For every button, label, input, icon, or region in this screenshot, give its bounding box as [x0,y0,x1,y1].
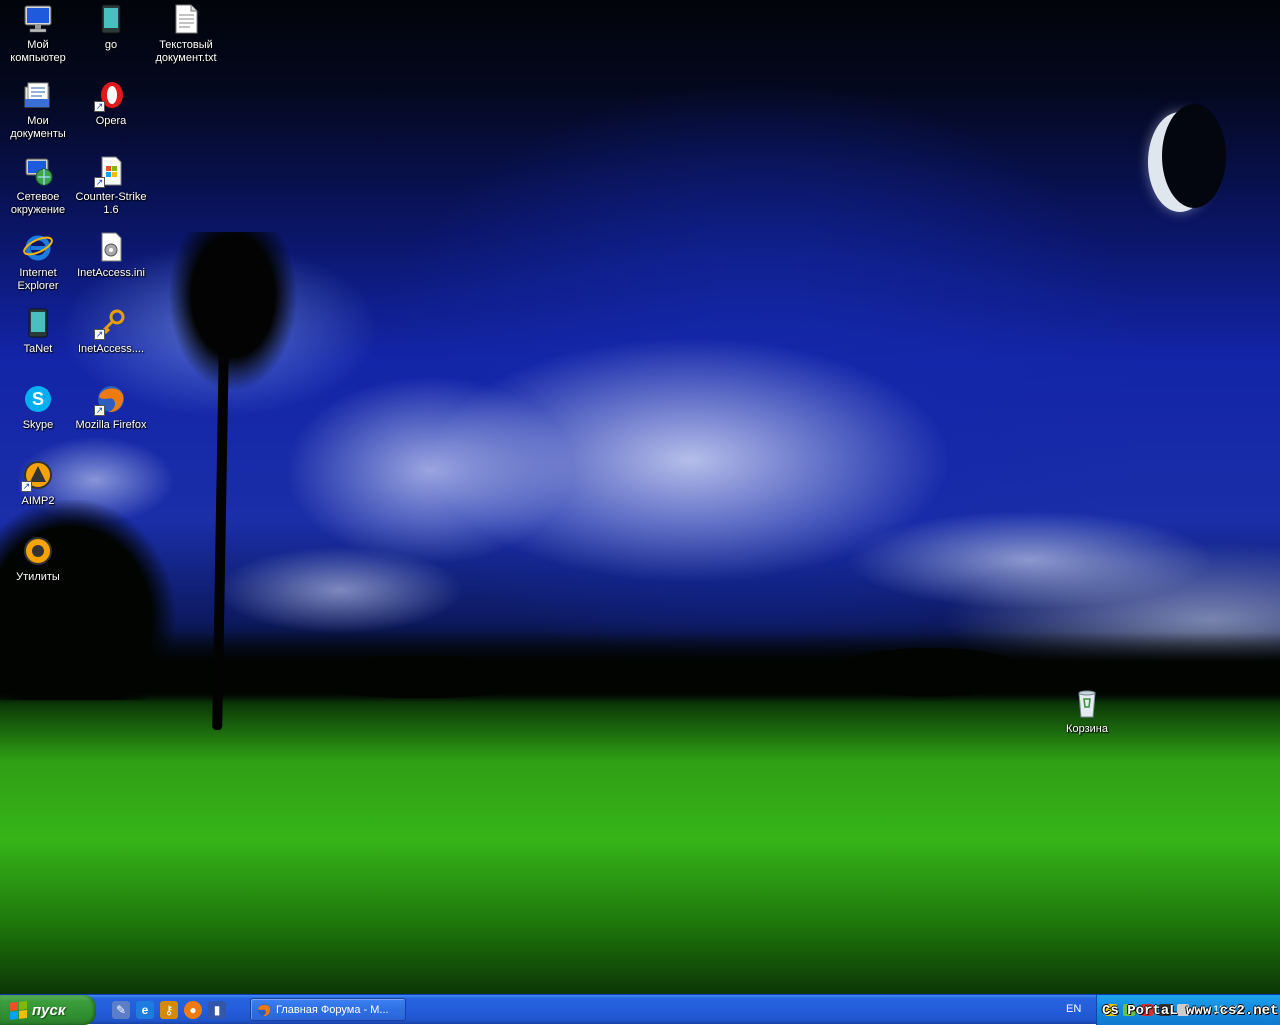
desktop-icon-internet-explorer[interactable]: Internet Explorer [0,230,76,293]
taskbar: пуск ✎ e ⚷ ● ▮ Главная Форума - М... EN … [0,994,1280,1025]
desktop-icon-opera[interactable]: ↗ Opera [73,78,149,128]
network-places-icon [21,154,55,188]
skype-icon: S [21,382,55,416]
language-indicator[interactable]: EN [1066,1003,1081,1015]
aimp-icon: ↗ [21,458,55,492]
desktop-icon-counter-strike[interactable]: ↗ Counter-Strike 1.6 [73,154,149,217]
tanet-icon [21,306,55,340]
wallpaper-left-trees [0,500,175,700]
keys-icon: ↗ [94,306,128,340]
opera-icon: ↗ [94,78,128,112]
desktop-icon-label: Текстовый документ.txt [155,39,217,64]
tray-network-icon[interactable] [1123,1004,1135,1016]
shortcut-arrow-icon: ↗ [94,329,105,340]
counter-strike-icon: ↗ [94,154,128,188]
text-document-icon [169,2,203,36]
desktop[interactable]: Мой компьютер go Текстовый документ.txt [0,0,1280,994]
desktop-icon-label: InetAccess.ini [77,267,145,279]
my-documents-icon [21,78,55,112]
tray-shield-icon[interactable] [1105,1004,1117,1016]
system-clock[interactable]: 18:00 [1213,1004,1241,1016]
start-button-label: пуск [32,1001,66,1019]
quick-launch-bar: ✎ e ⚷ ● ▮ [112,999,226,1021]
desktop-icon-label: Мой компьютер [10,39,66,64]
desktop-icon-mozilla-firefox[interactable]: ↗ Mozilla Firefox [73,382,149,432]
tray-volume-icon[interactable] [1177,1004,1189,1016]
taskbar-window-button[interactable]: Главная Форума - М... [250,998,406,1021]
shortcut-arrow-icon: ↗ [94,405,105,416]
desktop-icon-inetaccess-shortcut[interactable]: ↗ InetAccess.... [73,306,149,356]
system-tray: 18:00 [1096,995,1280,1025]
go-device-icon [94,2,128,36]
wallpaper-moon [1148,104,1226,212]
quick-launch-internet-explorer-icon[interactable]: e [136,1001,154,1019]
firefox-icon: ↗ [94,382,128,416]
svg-text:S: S [32,389,44,409]
tray-monitor-icon[interactable] [1159,1004,1171,1016]
taskbar-window-label: Главная Форума - М... [276,1003,389,1016]
my-computer-icon [21,2,55,36]
desktop-icon-network-places[interactable]: Сетевое окружение [0,154,76,217]
desktop-icon-label: InetAccess.... [77,343,145,355]
tray-antivirus-icon[interactable] [1141,1004,1153,1016]
desktop-icon-go[interactable]: go [73,2,149,52]
start-button[interactable]: пуск [0,995,96,1025]
desktop-icon-skype[interactable]: S Skype [0,382,76,432]
internet-explorer-icon [21,230,55,264]
desktop-icon-recycle-bin[interactable]: Корзина [1049,686,1125,736]
desktop-icon-my-documents[interactable]: Мои документы [0,78,76,141]
desktop-icon-label: Internet Explorer [17,267,59,292]
desktop-icon-label: Корзина [1066,723,1108,735]
desktop-icon-utilities[interactable]: Утилиты [0,534,76,584]
quick-launch-firefox-icon[interactable]: ● [184,1001,202,1019]
desktop-icon-tanet[interactable]: TaNet [0,306,76,356]
firefox-icon [258,1003,271,1016]
desktop-icon-label: Mozilla Firefox [75,419,147,431]
recycle-bin-icon [1070,686,1104,720]
desktop-icon-label: Сетевое окружение [10,191,66,216]
desktop-icon-label: Opera [95,115,127,127]
shortcut-arrow-icon: ↗ [21,481,32,492]
wallpaper-palm-crown [168,232,298,392]
shortcut-arrow-icon: ↗ [94,177,105,188]
ini-file-icon [94,230,128,264]
desktop-icon-inetaccess-ini[interactable]: InetAccess.ini [73,230,149,280]
windows-logo-icon [10,1001,27,1020]
desktop-icon-label: Мои документы [10,115,66,140]
desktop-icon-text-document[interactable]: Текстовый документ.txt [148,2,224,65]
desktop-icon-my-computer[interactable]: Мой компьютер [0,2,76,65]
desktop-icon-label: Утилиты [16,571,60,583]
desktop-icon-label: Skype [22,419,54,431]
desktop-icon-label: AIMP2 [21,495,55,507]
desktop-icon-label: TaNet [23,343,53,355]
quick-launch-keys-icon[interactable]: ⚷ [160,1001,178,1019]
quick-launch-program-icon[interactable]: ▮ [208,1001,226,1019]
shortcut-arrow-icon: ↗ [94,101,105,112]
quick-launch-tool-icon[interactable]: ✎ [112,1001,130,1019]
desktop-icon-label: Counter-Strike 1.6 [75,191,147,216]
utilities-icon [21,534,55,568]
desktop-icon-aimp2[interactable]: ↗ AIMP2 [0,458,76,508]
desktop-icon-label: go [104,39,118,51]
